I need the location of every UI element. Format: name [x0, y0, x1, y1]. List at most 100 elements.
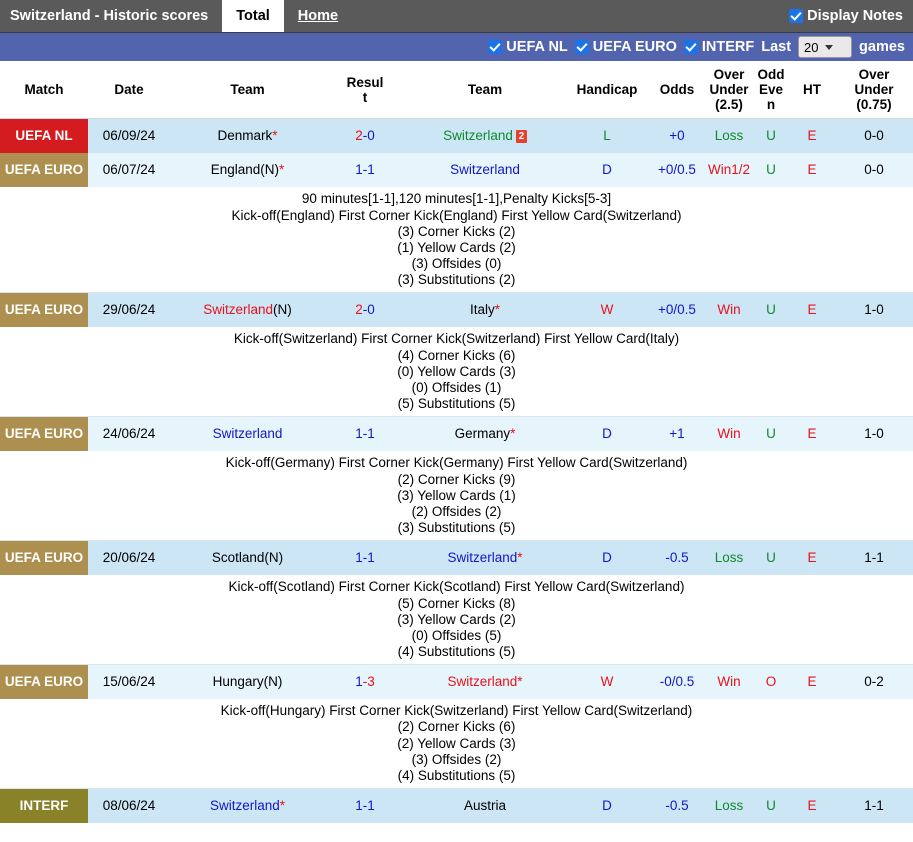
cell-odd-even: E — [789, 293, 835, 328]
cell-away-team[interactable]: Italy* — [405, 293, 565, 328]
cell-result-letter: W — [565, 665, 649, 700]
cell-home-team[interactable]: Switzerland* — [170, 789, 325, 824]
column-header-team-home[interactable]: Team — [170, 61, 325, 119]
oddeven-line1: Odd — [758, 67, 785, 82]
table-row[interactable]: UEFA EURO06/07/24England(N)*1-1Switzerla… — [0, 153, 913, 187]
column-header-result[interactable]: Resul t — [325, 61, 405, 119]
column-header-date[interactable]: Date — [88, 61, 170, 119]
column-header-odds[interactable]: Odds — [649, 61, 705, 119]
oddeven-line3: n — [767, 97, 775, 112]
note-line: (3) Corner Kicks (2) — [2, 224, 911, 240]
filter-uefa-nl[interactable]: UEFA NL — [488, 39, 568, 55]
display-notes-label: Display Notes — [807, 8, 903, 24]
column-header-ht[interactable]: HT — [789, 61, 835, 119]
ou075-line3: (0.75) — [856, 97, 891, 112]
table-row[interactable]: UEFA EURO20/06/24Scotland(N) 1-1 Switzerla… — [0, 541, 913, 576]
filter-interf[interactable]: INTERF — [684, 39, 754, 55]
note-line: (0) Offsides (1) — [2, 380, 911, 396]
note-line: (1) Yellow Cards (2) — [2, 240, 911, 256]
league-badge[interactable]: UEFA EURO — [0, 541, 88, 576]
cell-date: 15/06/24 — [88, 665, 170, 700]
league-badge[interactable]: UEFA EURO — [0, 665, 88, 700]
cell-handicap: +0 — [649, 119, 705, 154]
uefa-nl-checkbox-icon[interactable] — [488, 40, 502, 54]
note-line: Kick-off(Hungary) First Corner Kick(Swit… — [2, 703, 911, 719]
page-title: Switzerland - Historic scores — [0, 0, 222, 32]
column-header-team-away[interactable]: Team — [405, 61, 565, 119]
table-header-row: Match Date Team Resul t Team Handicap Od… — [0, 61, 913, 119]
ou25-line3: (2.5) — [715, 97, 743, 112]
table-row[interactable]: INTERF08/06/24Switzerland*1-1AustriaD-0.… — [0, 789, 913, 824]
filter-uefa-euro[interactable]: UEFA EURO — [575, 39, 677, 55]
cell-over-under-25: U — [753, 417, 789, 452]
table-row[interactable]: UEFA EURO29/06/24Switzerland(N)2-0Italy*… — [0, 293, 913, 328]
score-home: 1 — [355, 550, 363, 565]
league-badge[interactable]: UEFA EURO — [0, 417, 88, 452]
score-home: 2 — [355, 128, 363, 143]
note-line: (3) Yellow Cards (2) — [2, 612, 911, 628]
games-count-select[interactable]: 20 — [798, 36, 852, 58]
league-badge[interactable]: UEFA NL — [0, 119, 88, 154]
cell-result-letter: D — [565, 541, 649, 576]
league-badge[interactable]: UEFA EURO — [0, 153, 88, 187]
tab-home[interactable]: Home — [284, 0, 352, 32]
cell-ht: 0-0 — [835, 153, 913, 187]
column-header-handicap[interactable]: Handicap — [565, 61, 649, 119]
table-row[interactable]: UEFA EURO24/06/24Switzerland1-1Germany*D… — [0, 417, 913, 452]
cell-result-letter: W — [565, 293, 649, 328]
cell-away-team[interactable]: Switzerland — [405, 153, 565, 187]
interf-checkbox-icon[interactable] — [684, 40, 698, 54]
note-line: (5) Corner Kicks (8) — [2, 596, 911, 612]
cell-result-letter: L — [565, 119, 649, 154]
column-header-odd-even[interactable]: Odd Eve n — [753, 61, 789, 119]
away-team-name: Switzerland — [447, 674, 517, 689]
column-header-match[interactable]: Match — [0, 61, 88, 119]
table-row[interactable]: UEFA EURO15/06/24Hungary(N)1-3Switzerlan… — [0, 665, 913, 700]
cell-away-team[interactable]: Austria — [405, 789, 565, 824]
display-notes-toggle[interactable]: Display Notes — [789, 0, 913, 32]
cell-odd-even: E — [789, 541, 835, 576]
notes-row: Kick-off(Switzerland) First Corner Kick(… — [0, 327, 913, 416]
uefa-euro-checkbox-icon[interactable] — [575, 40, 589, 54]
display-notes-checkbox-icon[interactable] — [789, 9, 803, 23]
cell-date: 06/07/24 — [88, 153, 170, 187]
note-line: (3) Offsides (0) — [2, 256, 911, 272]
cell-odds: Win — [705, 293, 753, 328]
cell-home-team[interactable]: England(N)* — [170, 153, 325, 187]
league-badge[interactable]: UEFA EURO — [0, 293, 88, 328]
cell-result-letter: D — [565, 789, 649, 824]
cell-away-team[interactable]: Germany* — [405, 417, 565, 452]
interf-label: INTERF — [702, 39, 754, 55]
column-header-over-under-075[interactable]: Over Under (0.75) — [835, 61, 913, 119]
league-badge[interactable]: INTERF — [0, 789, 88, 824]
star-icon: * — [517, 674, 522, 689]
cell-away-team[interactable]: Switzerland2 — [405, 119, 565, 154]
tab-total[interactable]: Total — [222, 0, 284, 32]
cell-ht: 0-2 — [835, 665, 913, 700]
cell-ht: 0-0 — [835, 119, 913, 154]
cell-away-team[interactable]: Switzerland* — [405, 665, 565, 700]
cell-over-under-25: U — [753, 789, 789, 824]
column-header-over-under-25[interactable]: Over Under (2.5) — [705, 61, 753, 119]
cell-date: 20/06/24 — [88, 541, 170, 576]
ou075-line2: Under — [854, 82, 893, 97]
note-line: (3) Yellow Cards (1) — [2, 488, 911, 504]
table-row[interactable]: UEFA NL06/09/24Denmark*2-0Switzerland2L+… — [0, 119, 913, 154]
cell-odds: Loss — [705, 789, 753, 824]
score-away: -1 — [363, 550, 375, 565]
ou25-line2: Under — [709, 82, 748, 97]
cell-home-team[interactable]: Scotland(N) — [170, 541, 325, 576]
cell-away-team[interactable]: Switzerland* — [405, 541, 565, 576]
cell-home-team[interactable]: Denmark* — [170, 119, 325, 154]
cell-home-team[interactable]: Switzerland(N) — [170, 293, 325, 328]
cell-result-letter: D — [565, 417, 649, 452]
away-team-name: Switzerland — [450, 162, 520, 177]
score-away: -1 — [363, 162, 375, 177]
cell-home-team[interactable]: Hungary(N) — [170, 665, 325, 700]
cell-home-team[interactable]: Switzerland — [170, 417, 325, 452]
cell-odd-even: E — [789, 665, 835, 700]
filter-bar: UEFA NL UEFA EURO INTERF Last 20 games — [0, 33, 913, 61]
ou25-line1: Over — [714, 67, 745, 82]
note-line: Kick-off(Scotland) First Corner Kick(Sco… — [2, 579, 911, 595]
last-label: Last — [761, 39, 791, 55]
